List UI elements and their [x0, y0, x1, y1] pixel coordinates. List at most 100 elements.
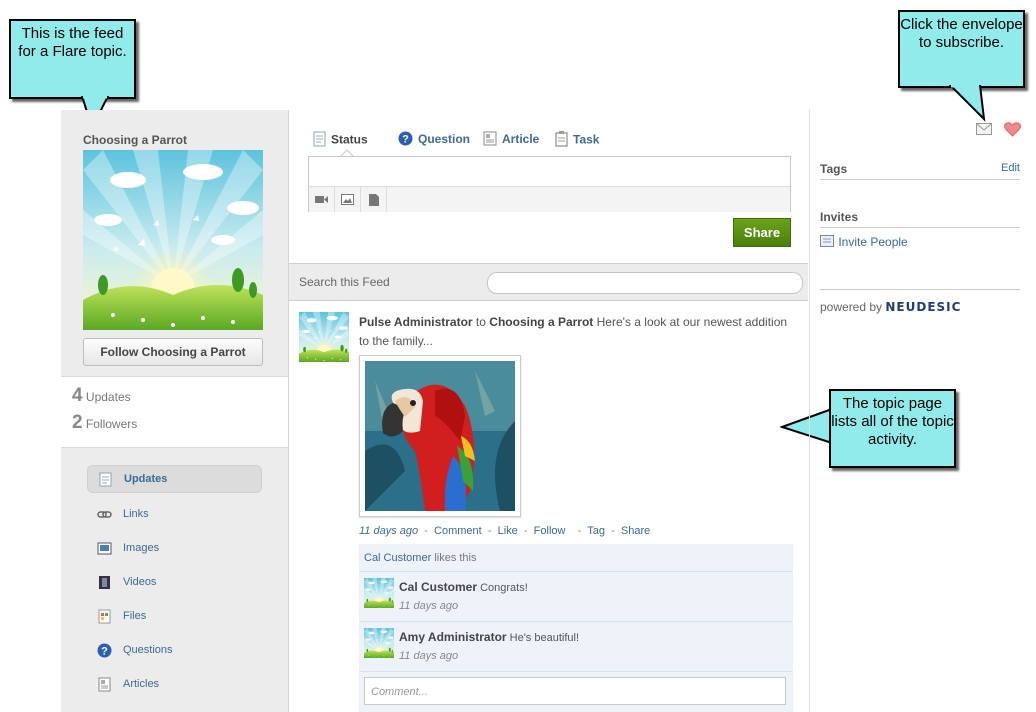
tab-task[interactable]: Task: [555, 131, 599, 150]
video-icon: [315, 192, 328, 206]
question-icon: ?: [97, 642, 112, 658]
share-link[interactable]: Share: [621, 525, 650, 537]
comment-input[interactable]: Comment...: [364, 677, 786, 705]
followers-stat[interactable]: 2 Followers: [72, 412, 137, 434]
attach-image-button[interactable]: [335, 187, 361, 212]
invites-heading: Invites: [820, 210, 1020, 228]
neudesic-logo: NEUDESIC: [885, 300, 962, 314]
avatar[interactable]: [299, 312, 349, 362]
nav-item-articles[interactable]: Articles: [87, 671, 262, 705]
comments-panel: Cal Customer likes this Cal Customer Con…: [359, 544, 793, 712]
envelope-icon[interactable]: [976, 123, 992, 135]
nav-item-updates[interactable]: Updates: [87, 465, 262, 493]
topic-sidebar: Choosing a Parrot Follow Choosing a Parr…: [61, 110, 289, 712]
nav-item-label: Images: [123, 542, 160, 554]
comment-text: Amy Administrator He's beautiful!: [399, 630, 579, 644]
followers-label: Followers: [85, 417, 138, 431]
tags-edit-link[interactable]: Edit: [1001, 162, 1020, 174]
updates-stat[interactable]: 4 Updates: [72, 385, 131, 407]
invite-people-link[interactable]: Invite People: [820, 235, 908, 249]
tab-label: Question: [418, 132, 471, 147]
comment-body: Congrats!: [480, 582, 528, 594]
updates-count: 4: [72, 385, 83, 406]
topic-stats: 4 Updates 2 Followers: [61, 376, 288, 448]
post-target-link[interactable]: Choosing a Parrot: [489, 315, 593, 329]
right-column-divider: [809, 110, 810, 712]
comment-link[interactable]: Comment: [434, 525, 482, 537]
like-link[interactable]: Like: [498, 525, 518, 537]
tab-article[interactable]: Article: [483, 131, 539, 149]
subscribe-callout-pointer: [948, 85, 986, 122]
composer-toolbar: [309, 186, 790, 212]
followers-count: 2: [72, 412, 83, 433]
video-icon: [97, 574, 112, 589]
tags-heading: Tags Edit: [820, 162, 1020, 180]
avatar[interactable]: [364, 578, 394, 608]
comment-time: 11 days ago: [399, 650, 459, 662]
post-image[interactable]: [359, 355, 521, 517]
nav-item-label: Questions: [123, 644, 173, 656]
article-icon: [97, 676, 112, 692]
share-button[interactable]: Share: [733, 218, 791, 247]
tab-label: Status: [331, 132, 368, 147]
nav-item-images[interactable]: Images: [87, 535, 262, 569]
document-icon: [313, 131, 326, 150]
file-icon: [368, 192, 379, 206]
nav-item-label: Links: [123, 508, 149, 520]
tab-label: Article: [502, 132, 540, 147]
updates-label: Updates: [85, 390, 131, 404]
comment-text: Cal Customer Congrats!: [399, 580, 528, 594]
follow-link[interactable]: Follow: [534, 525, 566, 537]
invite-label: Invite People: [838, 235, 908, 249]
svg-text:?: ?: [101, 646, 108, 658]
likes-text: likes this: [434, 552, 477, 564]
topic-image: [83, 150, 263, 330]
likes-row: Cal Customer likes this: [359, 544, 793, 572]
comment-item: Cal Customer Congrats! 11 days ago: [359, 572, 793, 622]
nav-item-label: Videos: [123, 576, 157, 588]
tab-question[interactable]: ? Question: [398, 131, 470, 149]
comment-body: He's beautiful!: [509, 632, 580, 644]
activity-callout: The topic page lists all of the topic ac…: [829, 389, 956, 468]
comment-author[interactable]: Amy Administrator: [399, 630, 507, 644]
nav-item-label: Updates: [124, 473, 168, 485]
subscribe-callout-text: Click the envelope to subscribe.: [900, 16, 1023, 51]
powered-by: powered by NEUDESIC: [820, 300, 961, 314]
invite-icon: [820, 235, 835, 249]
nav-item-links[interactable]: Links: [87, 501, 262, 535]
nav-item-questions[interactable]: ? Questions: [87, 637, 262, 671]
post-author-link[interactable]: Pulse Administrator: [359, 315, 473, 329]
tag-link[interactable]: Tag: [587, 525, 605, 537]
post-time[interactable]: 11 days ago: [359, 525, 418, 537]
tab-status[interactable]: Status: [313, 131, 368, 150]
nav-item-files[interactable]: Files: [87, 603, 262, 637]
attach-file-button[interactable]: [361, 187, 387, 212]
feed-search-bar: Search this Feed: [289, 263, 808, 301]
image-icon: [97, 540, 112, 555]
powered-by-text: powered by: [820, 300, 883, 314]
topic-title: Choosing a Parrot: [83, 133, 188, 147]
nav-item-label: Files: [123, 610, 147, 622]
tab-label: Task: [573, 132, 600, 147]
comment-item: Amy Administrator He's beautiful! 11 day…: [359, 622, 793, 672]
search-label: Search this Feed: [299, 275, 390, 289]
topic-nav: Updates Links Images Videos Files ? Ques…: [87, 465, 262, 705]
follow-topic-button[interactable]: Follow Choosing a Parrot: [83, 338, 263, 366]
clipboard-icon: [555, 131, 568, 150]
search-input[interactable]: [487, 272, 803, 294]
nav-item-label: Articles: [123, 678, 160, 690]
image-icon: [341, 192, 354, 206]
avatar[interactable]: [364, 628, 394, 658]
status-composer[interactable]: [308, 156, 791, 212]
nav-item-videos[interactable]: Videos: [87, 569, 262, 603]
document-icon: [98, 471, 113, 487]
question-icon: ?: [398, 131, 413, 149]
heart-icon[interactable]: [1004, 122, 1021, 137]
attach-video-button[interactable]: [309, 187, 335, 212]
file-icon: [97, 608, 112, 624]
comment-author[interactable]: Cal Customer: [399, 580, 477, 594]
subscribe-callout: Click the envelope to subscribe.: [898, 10, 1025, 88]
likes-user-link[interactable]: Cal Customer: [364, 552, 431, 564]
comment-time: 11 days ago: [399, 600, 459, 612]
feed-callout-text: This is the feed for a Flare topic.: [18, 25, 127, 60]
